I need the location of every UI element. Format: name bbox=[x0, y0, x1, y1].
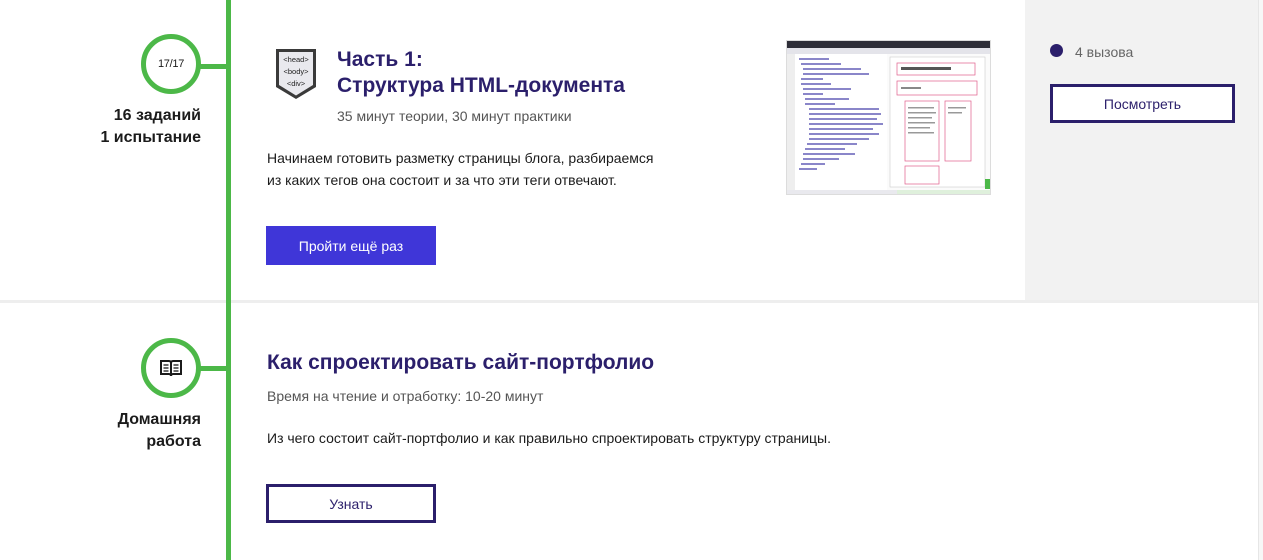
lesson-title-name[interactable]: Структура HTML-документа bbox=[337, 73, 625, 99]
homework-title[interactable]: Как спроектировать сайт-портфолио bbox=[267, 350, 654, 376]
code-editor-preview bbox=[787, 41, 990, 194]
html-tags-icon: <head> <body> <div> bbox=[276, 49, 316, 99]
homework-description: Из чего состоит сайт-портфолио и как пра… bbox=[267, 430, 831, 446]
lesson-preview-image[interactable] bbox=[786, 40, 991, 195]
badge-line-div: <div> bbox=[287, 79, 306, 88]
homework-duration: Время на чтение и отработку: 10-20 минут bbox=[267, 388, 544, 404]
homework-label-line: Домашняя bbox=[117, 411, 201, 428]
lesson-description-line: Начинаем готовить разметку страницы блог… bbox=[267, 150, 654, 166]
learn-button[interactable]: Узнать bbox=[266, 484, 436, 523]
lesson-title-part[interactable]: Часть 1: bbox=[337, 47, 625, 73]
book-icon bbox=[160, 360, 182, 377]
lesson-duration: 35 минут теории, 30 минут практики bbox=[337, 108, 572, 124]
homework-label: Домашняя работа bbox=[41, 409, 201, 453]
lesson-description-line: из каких тегов она состоит и за что эти … bbox=[267, 172, 617, 188]
timeline-column bbox=[0, 0, 229, 560]
scrollbar-track[interactable] bbox=[1258, 0, 1263, 560]
retry-button[interactable]: Пройти ещё раз bbox=[266, 226, 436, 265]
lesson-description: Начинаем готовить разметку страницы блог… bbox=[267, 147, 654, 191]
view-challenges-button[interactable]: Посмотреть bbox=[1050, 84, 1235, 123]
challenge-dot bbox=[1050, 44, 1063, 57]
badge-line-body: <body> bbox=[283, 67, 309, 76]
challenges-count: 4 вызова bbox=[1075, 44, 1134, 60]
badge-line-head: <head> bbox=[283, 55, 309, 64]
timeline-line bbox=[226, 0, 231, 560]
step1-label: 16 заданий 1 испытание bbox=[41, 105, 201, 149]
homework-node bbox=[141, 338, 201, 398]
trials-count: 1 испытание bbox=[100, 129, 201, 146]
progress-node: 17/17 bbox=[141, 34, 201, 94]
lesson-title[interactable]: Часть 1: Структура HTML-документа bbox=[337, 47, 625, 99]
progress-counter: 17/17 bbox=[157, 58, 185, 70]
homework-label-line: работа bbox=[146, 433, 201, 450]
tasks-count: 16 заданий bbox=[113, 107, 201, 124]
